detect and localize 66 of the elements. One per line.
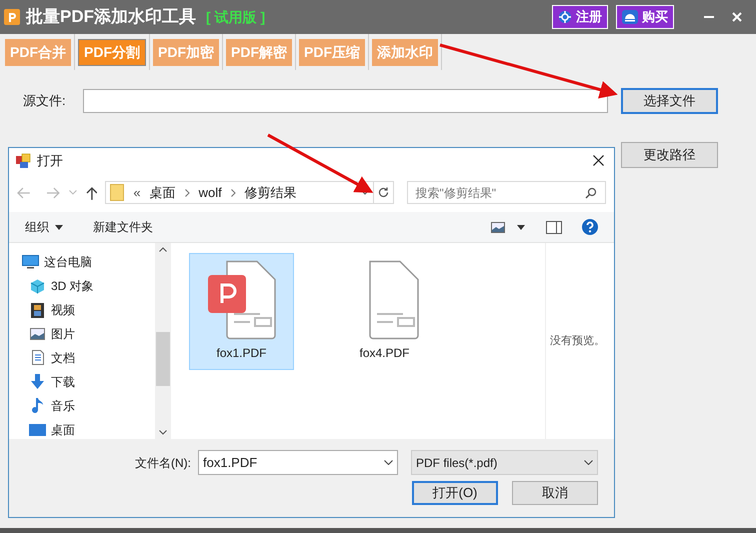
film-icon xyxy=(31,302,44,318)
nav-item[interactable]: 这台电脑 xyxy=(22,253,155,272)
view-icon[interactable] xyxy=(491,222,505,232)
breadcrumb-item[interactable]: wolf xyxy=(198,182,222,202)
crosshair-icon xyxy=(558,10,572,24)
scroll-down-icon[interactable] xyxy=(159,430,167,435)
preview-pane-icon[interactable] xyxy=(546,220,562,234)
source-file-field[interactable] xyxy=(83,89,608,113)
breadcrumb-item[interactable]: 修剪结果 xyxy=(244,182,297,202)
file-name: fox4.PDF xyxy=(359,345,410,362)
help-icon[interactable] xyxy=(582,219,598,235)
dropdown-icon xyxy=(584,460,593,465)
file-type-dropdown[interactable]: PDF files(*.pdf) xyxy=(411,450,598,475)
nav-item[interactable]: 音乐 xyxy=(22,396,155,416)
nav-item[interactable]: 文档 xyxy=(22,348,155,368)
cancel-button[interactable]: 取消 xyxy=(512,481,598,505)
computer-icon xyxy=(22,255,39,270)
file-item[interactable]: fox4.PDF xyxy=(332,253,437,370)
document-icon xyxy=(32,350,44,366)
music-note-icon xyxy=(32,398,43,414)
buy-button[interactable]: 购买 xyxy=(616,5,674,29)
caret-icon xyxy=(55,224,63,230)
close-icon[interactable] xyxy=(593,155,604,166)
scroll-up-icon[interactable] xyxy=(159,247,167,252)
scrollbar-thumb[interactable] xyxy=(156,332,170,386)
desktop-icon xyxy=(29,424,46,436)
filename-label: 文件名(N): xyxy=(135,455,191,472)
dropdown-icon[interactable] xyxy=(384,460,393,465)
window-title: 批量PDF添加水印工具 xyxy=(26,6,196,28)
scrollbar[interactable] xyxy=(155,243,171,439)
open-button[interactable]: 打开(O) xyxy=(412,481,498,505)
new-folder-button[interactable]: 新建文件夹 xyxy=(93,218,153,236)
file-item[interactable]: fox1.PDF xyxy=(189,253,294,370)
select-file-button[interactable]: 选择文件 xyxy=(621,88,718,114)
refresh-icon xyxy=(378,187,389,198)
cube-icon xyxy=(30,278,45,294)
nav-item[interactable]: 桌面 xyxy=(22,420,155,439)
dialog-app-icon xyxy=(15,152,31,168)
address-bar[interactable]: « 桌面 wolf 修剪结果 xyxy=(105,181,374,204)
search-field[interactable]: 搜索"修剪结果" xyxy=(406,181,606,204)
breadcrumb-item[interactable]: 桌面 xyxy=(150,182,176,202)
source-file-label: 源文件: xyxy=(23,92,67,110)
filename-field[interactable]: fox1.PDF xyxy=(198,450,398,475)
chevron-icon xyxy=(184,188,190,196)
edition-label: [ 试用版 ] xyxy=(206,8,266,27)
dialog-title: 打开 xyxy=(37,152,63,170)
folder-icon xyxy=(110,184,124,201)
file-name: fox1.PDF xyxy=(216,345,266,362)
nav-item[interactable]: 3D 对象 xyxy=(22,276,155,296)
nav-item[interactable]: 图片 xyxy=(22,324,155,344)
dropdown-icon[interactable] xyxy=(360,190,369,195)
chevron-icon xyxy=(230,188,236,196)
search-icon xyxy=(585,186,597,198)
image-icon xyxy=(30,328,45,340)
download-arrow-icon xyxy=(30,374,45,390)
register-button[interactable]: 注册 xyxy=(552,5,608,29)
caret-icon[interactable] xyxy=(517,224,525,230)
refresh-button[interactable] xyxy=(374,181,394,204)
app-logo-icon xyxy=(4,9,20,25)
nav-item[interactable]: 视频 xyxy=(22,300,155,320)
breadcrumb-item[interactable]: « xyxy=(133,182,141,202)
nav-item[interactable]: 下载 xyxy=(22,372,155,392)
organize-menu[interactable]: 组织 xyxy=(25,218,63,236)
no-preview-text: 没有预览。 xyxy=(550,334,605,349)
change-path-button[interactable]: 更改路径 xyxy=(621,142,718,168)
up-arrow-icon[interactable] xyxy=(86,186,98,200)
